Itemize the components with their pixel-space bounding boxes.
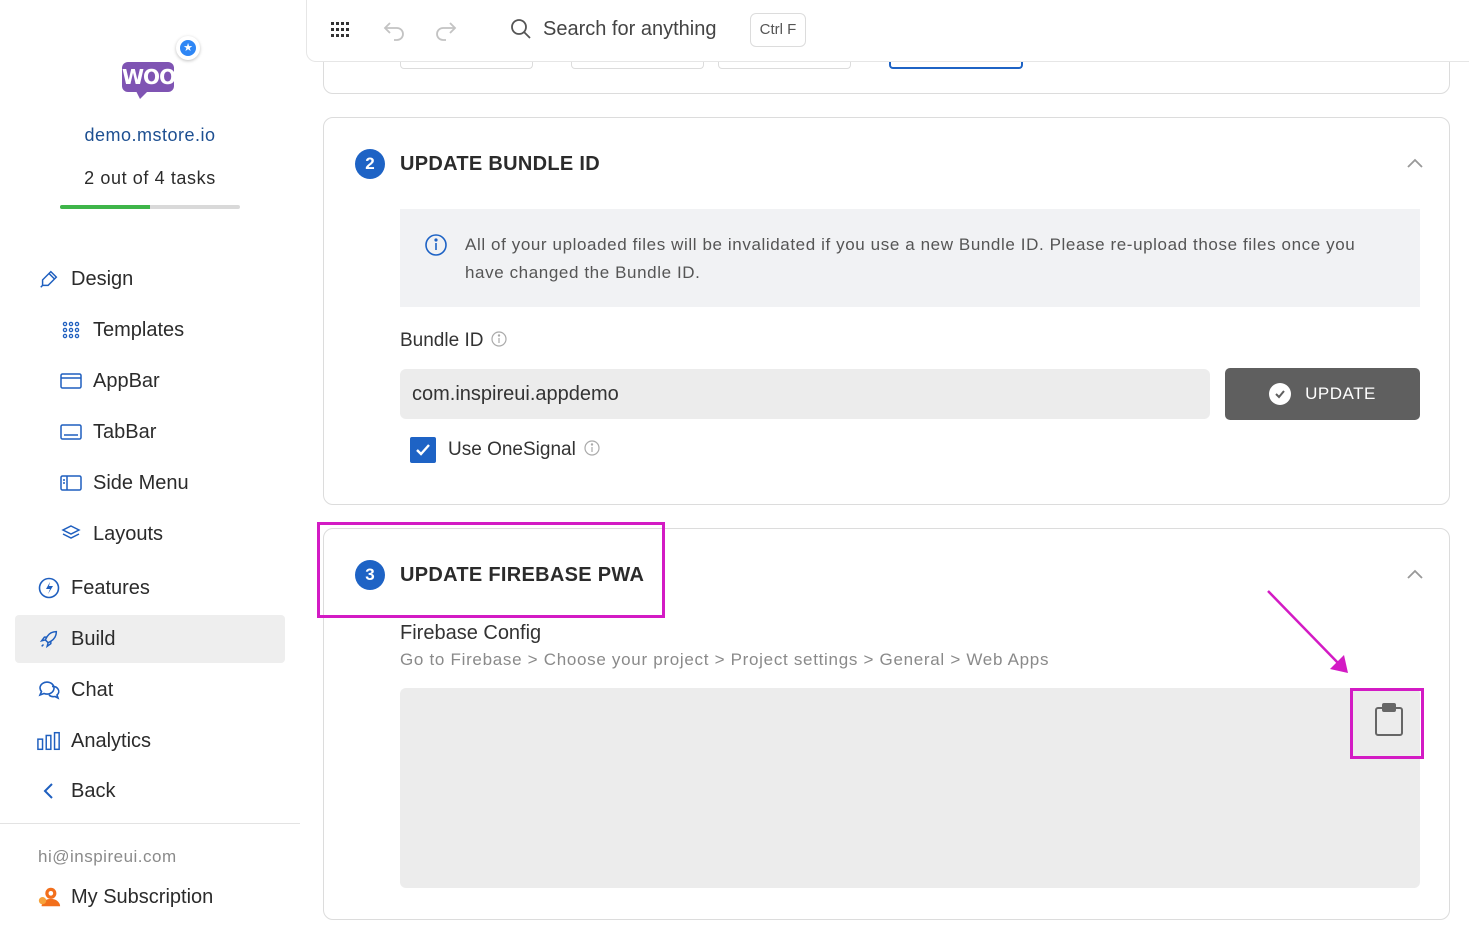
option-tab[interactable]: [718, 61, 851, 69]
update-button-label: UPDATE: [1305, 384, 1376, 403]
sidebar-item-label: Side Menu: [93, 471, 189, 494]
chevron-up-icon[interactable]: [1405, 565, 1425, 585]
onesignal-checkbox[interactable]: [410, 437, 436, 463]
apps-grid-icon[interactable]: [329, 18, 353, 42]
option-tab[interactable]: [400, 61, 533, 69]
side-menu-icon: [59, 471, 83, 495]
sidebar: WOO ★ demo.mstore.io 2 out of 4 tasks De…: [0, 0, 300, 943]
info-text: All of your uploaded files will be inval…: [465, 235, 1356, 282]
bundle-id-label: Bundle ID: [400, 330, 508, 352]
sidebar-item-label: Layouts: [93, 522, 164, 545]
option-tab[interactable]: [571, 61, 704, 69]
grid-dots-icon: [59, 318, 83, 342]
info-banner: All of your uploaded files will be inval…: [400, 209, 1420, 307]
woo-logo-icon: WOO: [122, 62, 176, 99]
sidebar-item-subscription[interactable]: My Subscription: [15, 873, 285, 921]
sidebar-item-label: Templates: [93, 318, 185, 341]
sidebar-item-label: Build: [71, 627, 116, 650]
sidebar-item-label: Chat: [71, 678, 114, 701]
redo-icon[interactable]: [432, 17, 458, 43]
highlight-firebase-title: [317, 522, 665, 618]
bundle-id-label-text: Bundle ID: [400, 330, 484, 351]
sidebar-item-chat[interactable]: Chat: [15, 666, 285, 714]
chevron-up-icon[interactable]: [1405, 154, 1425, 174]
info-icon[interactable]: [584, 440, 600, 456]
bundle-id-card: 2 UPDATE BUNDLE ID All of your uploaded …: [323, 117, 1450, 505]
sidebar-item-analytics[interactable]: Analytics: [15, 717, 285, 765]
search-icon[interactable]: [510, 18, 532, 40]
sidebar-item-label: Analytics: [71, 729, 152, 752]
sidebar-item-label: Back: [71, 779, 116, 802]
star-badge-icon: ★: [176, 36, 200, 60]
onesignal-label: Use OneSignal: [448, 439, 600, 461]
section-title: UPDATE BUNDLE ID: [400, 153, 600, 175]
firebase-config-label: Firebase Config: [400, 622, 542, 644]
sidebar-item-build[interactable]: Build: [15, 615, 285, 663]
appbar-icon: [59, 369, 83, 393]
update-button[interactable]: UPDATE: [1225, 368, 1420, 420]
undo-icon[interactable]: [382, 17, 408, 43]
info-icon: [424, 233, 448, 257]
sidebar-item-back[interactable]: Back: [15, 767, 285, 815]
user-email: hi@inspireui.com: [38, 847, 177, 866]
tasks-progress-text: 2 out of 4 tasks: [84, 168, 216, 188]
rocket-icon: [37, 627, 61, 651]
highlight-paste-icon: [1350, 688, 1424, 759]
bar-chart-icon: [37, 729, 61, 753]
layers-icon: [59, 522, 83, 546]
sidebar-item-label: My Subscription: [71, 885, 214, 908]
firebase-config-hint: Go to Firebase > Choose your project > P…: [400, 650, 1050, 669]
brush-icon: [37, 267, 61, 291]
sidebar-item-label: AppBar: [93, 369, 160, 392]
chat-icon: [37, 678, 61, 702]
option-tab-selected[interactable]: [889, 61, 1023, 69]
store-name[interactable]: demo.mstore.io: [0, 125, 300, 146]
chevron-left-icon: [37, 779, 61, 803]
tasks-progress-bar: [60, 205, 240, 209]
bolt-icon: [37, 576, 61, 600]
sidebar-item-tabbar[interactable]: TabBar: [15, 408, 285, 456]
firebase-config-textarea[interactable]: [400, 688, 1420, 888]
tabbar-icon: [59, 420, 83, 444]
sidebar-item-appbar[interactable]: AppBar: [15, 357, 285, 405]
onesignal-label-text: Use OneSignal: [448, 439, 576, 460]
info-icon[interactable]: [491, 331, 508, 347]
tasks-progress-fill: [60, 205, 150, 209]
sidebar-item-side-menu[interactable]: Side Menu: [15, 459, 285, 507]
store-logo: WOO ★: [118, 36, 200, 108]
sidebar-item-design[interactable]: Design: [15, 255, 285, 303]
subscription-icon: [37, 885, 61, 909]
bundle-id-input[interactable]: [400, 369, 1210, 419]
sidebar-divider: [0, 823, 300, 824]
sidebar-item-label: Design: [71, 267, 134, 290]
top-bar: Search for anything Ctrl F: [306, 0, 1469, 62]
search-shortcut-badge: Ctrl F: [750, 13, 806, 47]
sidebar-item-layouts[interactable]: Layouts: [15, 510, 285, 558]
check-circle-icon: [1269, 383, 1292, 405]
step-badge: 2: [355, 149, 385, 179]
sidebar-item-templates[interactable]: Templates: [15, 306, 285, 354]
sidebar-item-label: Features: [71, 576, 150, 599]
sidebar-item-label: TabBar: [93, 420, 157, 443]
search-input[interactable]: Search for anything: [543, 18, 716, 41]
sidebar-item-features[interactable]: Features: [15, 564, 285, 612]
